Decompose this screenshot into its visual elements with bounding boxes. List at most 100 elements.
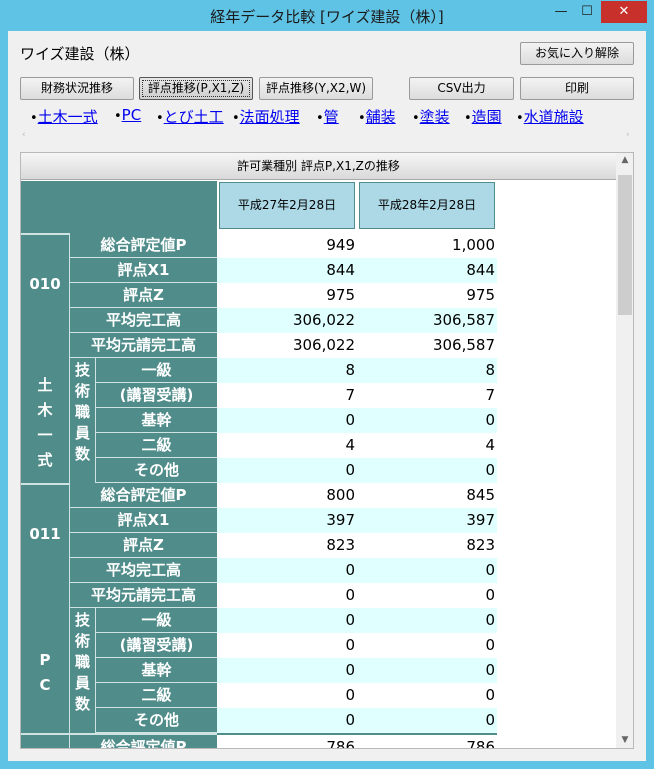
date-header: 平成27年2月28日	[219, 182, 355, 229]
value-cell: 0	[357, 408, 497, 433]
link-item[interactable]: •土木一式	[30, 106, 98, 127]
industry-code-cell: 010 土木一式	[21, 233, 69, 483]
row-label: 評点Z	[69, 533, 217, 558]
row-label: 平均元請完工高	[69, 583, 217, 608]
row-label: 基幹	[95, 658, 217, 683]
row-label: (講習受講)	[95, 633, 217, 658]
close-button[interactable]: ✕	[601, 1, 647, 23]
link-item[interactable]: •PC	[114, 106, 141, 124]
industry-code-cell	[21, 733, 69, 748]
value-cell: 0	[217, 608, 357, 633]
panel-title: 許可業種別 評点P,X1,Zの推移	[21, 153, 616, 180]
industry-name-char: 土	[37, 375, 53, 394]
value-cell: 0	[357, 658, 497, 683]
bullet: •	[114, 109, 122, 124]
link-item[interactable]: •法面処理	[232, 106, 300, 127]
value-cell: 0	[345, 586, 355, 604]
minimize-button[interactable]: —	[548, 1, 574, 23]
row-label: 総合評定値P	[69, 233, 217, 258]
link-toso[interactable]: 塗装	[420, 108, 450, 126]
value-cell: 397	[357, 508, 497, 533]
link-item[interactable]: •とび土工	[156, 106, 224, 127]
value-cell: 306,022	[217, 308, 357, 333]
maximize-button[interactable]: ☐	[574, 1, 600, 23]
industry-code: 010	[29, 275, 61, 293]
industry-name-char: 式	[37, 450, 53, 469]
scroll-up-icon[interactable]: ▲	[616, 155, 633, 165]
link-item[interactable]: •水道施設	[516, 106, 584, 127]
value-cell: 0	[345, 636, 355, 654]
vertical-scrollbar[interactable]: ▲ ▼	[616, 153, 633, 748]
scroll-thumb[interactable]	[618, 175, 632, 315]
link-suido[interactable]: 水道施設	[524, 108, 584, 126]
scroll-left-icon[interactable]: ‹	[22, 130, 26, 140]
value-cell: 7	[345, 386, 355, 404]
row-label: 総合評定値P	[69, 483, 217, 508]
app-window: 経年データ比較 [ワイズ建設（株）] — ☐ ✕ ワイズ建設（株） お気に入り解…	[0, 0, 654, 769]
client-area: ワイズ建設（株） お気に入り解除 財務状況推移 評点推移(P,X1,Z) 評点推…	[8, 31, 646, 761]
value-cell: 397	[217, 508, 357, 533]
link-tobi-doko[interactable]: とび土工	[164, 108, 224, 126]
value-cell: 800	[326, 486, 355, 504]
link-zoen[interactable]: 造園	[472, 108, 502, 126]
scroll-down-icon[interactable]: ▼	[616, 735, 633, 745]
tech-label-char: 数	[74, 445, 90, 463]
scroll-right-icon[interactable]: ›	[626, 130, 630, 140]
score-p-x1-z-button[interactable]: 評点推移(P,X1,Z)	[139, 77, 253, 100]
value-cell: 0	[357, 458, 497, 483]
industry-name-char: C	[39, 675, 51, 694]
bullet: •	[316, 111, 324, 126]
link-item[interactable]: •舗装	[358, 106, 396, 127]
tech-label-char: 技	[74, 361, 90, 379]
tech-label-char: 職	[74, 403, 90, 421]
value-cell: 0	[217, 408, 357, 433]
value-cell: 0	[357, 558, 497, 583]
link-pc[interactable]: PC	[122, 106, 142, 124]
row-label: 平均元請完工高	[69, 333, 217, 358]
value-cell: 844	[217, 258, 357, 283]
value-cell: 0	[217, 458, 357, 483]
value-cell: 975	[326, 286, 355, 304]
csv-export-button[interactable]: CSV出力	[409, 77, 514, 100]
horizontal-scrollbar[interactable]: ‹ ›	[20, 130, 634, 142]
title-bar[interactable]: 経年データ比較 [ワイズ建設（株）] — ☐ ✕	[0, 0, 654, 32]
date-header: 平成28年2月28日	[359, 182, 495, 229]
row-label: その他	[95, 458, 217, 483]
value-cell: 0	[357, 608, 497, 633]
row-label: 二級	[95, 683, 217, 708]
score-y-x2-w-button[interactable]: 評点推移(Y,X2,W)	[259, 77, 373, 100]
data-panel: 許可業種別 評点P,X1,Zの推移 平成27年2月28日 平成28年2月28日 01…	[20, 152, 634, 749]
value-cell: 306,587	[357, 308, 497, 333]
value-cell: 306,587	[432, 336, 495, 354]
industry-code: 011	[29, 525, 61, 543]
link-kan[interactable]: 管	[324, 108, 339, 126]
link-item[interactable]: •塗装	[412, 106, 450, 127]
link-item[interactable]: •造園	[464, 106, 502, 127]
value-cell: 949	[326, 236, 355, 254]
bullet: •	[358, 111, 366, 126]
value-cell: 823	[466, 536, 495, 554]
bullet: •	[232, 111, 240, 126]
bullet: •	[30, 111, 38, 126]
favorite-remove-button[interactable]: お気に入り解除	[520, 42, 634, 65]
bullet: •	[412, 111, 420, 126]
financial-trend-button[interactable]: 財務状況推移	[20, 77, 134, 100]
value-cell: 4	[485, 436, 495, 454]
row-label: 二級	[95, 433, 217, 458]
link-hoso[interactable]: 舗装	[366, 108, 396, 126]
row-label: 総合評定値P	[69, 733, 217, 748]
link-doboku[interactable]: 土木一式	[38, 108, 98, 126]
row-label: 評点X1	[69, 508, 217, 533]
tech-label-char: 員	[74, 424, 90, 442]
value-cell: 0	[217, 558, 357, 583]
link-norimen[interactable]: 法面処理	[240, 108, 300, 126]
link-item[interactable]: •管	[316, 106, 339, 127]
industry-code-cell: 011 P C	[21, 483, 69, 733]
row-label: 評点Z	[69, 283, 217, 308]
print-button[interactable]: 印刷	[520, 77, 634, 100]
row-label: 一級	[95, 358, 217, 383]
row-label: 基幹	[95, 408, 217, 433]
value-cell: 4	[345, 436, 355, 454]
row-label: 一級	[95, 608, 217, 633]
row-label: 平均完工高	[69, 308, 217, 333]
